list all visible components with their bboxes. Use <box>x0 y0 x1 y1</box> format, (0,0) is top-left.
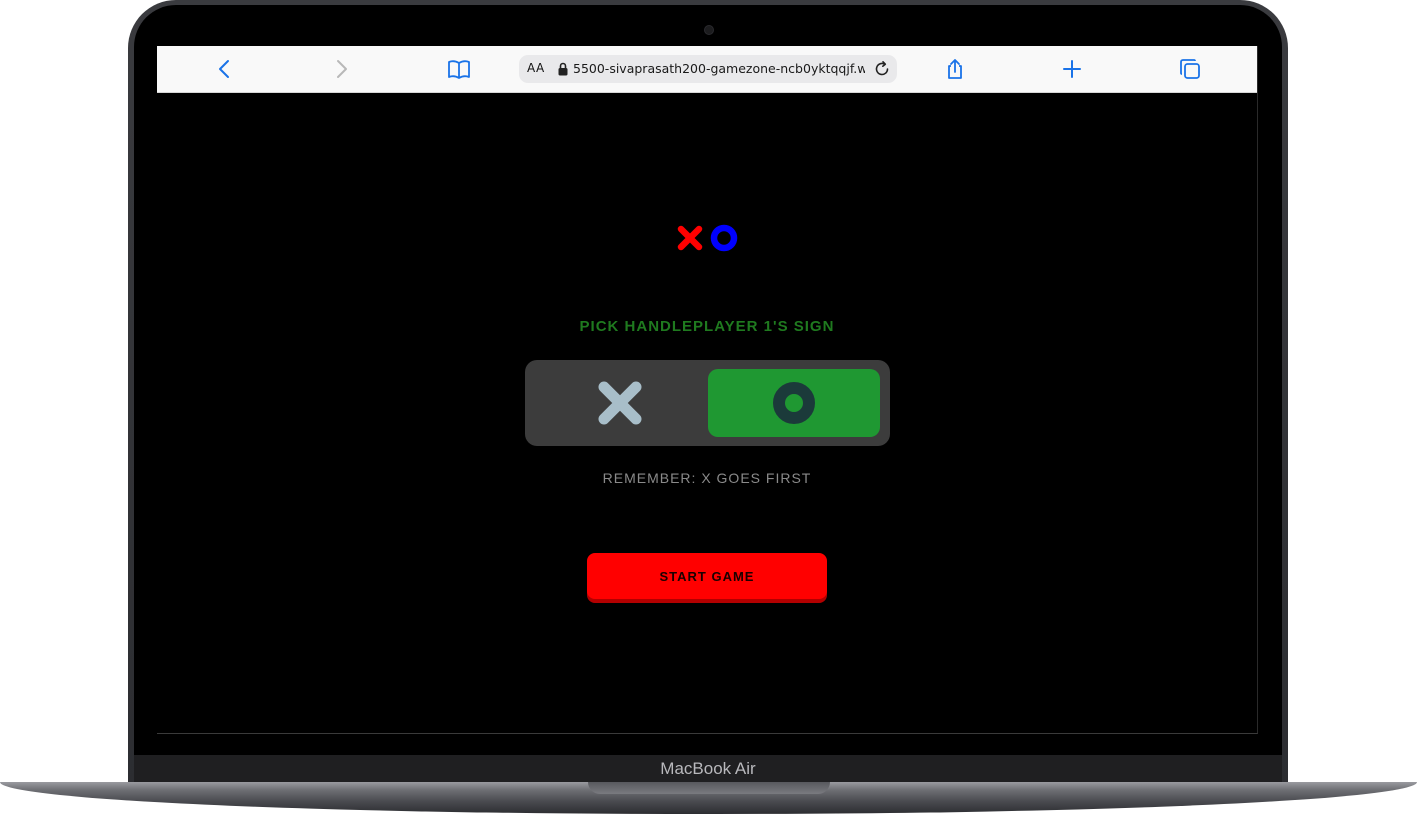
lock-icon <box>557 62 569 76</box>
o-icon <box>773 382 815 424</box>
url-text[interactable]: 5500-sivaprasath200-gamezone-ncb0yktqqjf… <box>573 61 865 76</box>
new-tab-icon[interactable] <box>1060 57 1084 81</box>
x-option-button[interactable] <box>534 369 706 437</box>
reload-icon[interactable] <box>873 60 891 78</box>
reminder-text: REMEMBER: X GOES FIRST <box>602 470 812 486</box>
address-bar[interactable]: AA 5500-sivaprasath200-gamezone-ncb0yktq… <box>519 55 897 83</box>
camera-icon <box>704 25 714 35</box>
browser-screen: AA 5500-sivaprasath200-gamezone-ncb0yktq… <box>157 46 1258 734</box>
back-icon[interactable] <box>213 57 237 81</box>
device-label: MacBook Air <box>660 759 756 778</box>
pick-sign-title: PICK HANDLEPLAYER 1'S SIGN <box>579 318 835 335</box>
tabs-icon[interactable] <box>1178 57 1202 81</box>
start-game-button[interactable]: START GAME <box>587 553 827 599</box>
text-size-button[interactable]: AA <box>527 61 545 75</box>
share-icon[interactable] <box>943 57 967 81</box>
laptop-notch <box>588 782 830 794</box>
x-logo-icon <box>677 225 703 251</box>
safari-toolbar: AA 5500-sivaprasath200-gamezone-ncb0yktq… <box>157 46 1257 93</box>
forward-icon[interactable] <box>329 57 353 81</box>
bookmarks-icon[interactable] <box>447 57 471 81</box>
o-logo-icon <box>710 224 738 252</box>
xo-logo <box>676 224 740 256</box>
laptop-chin: MacBook Air <box>134 755 1282 785</box>
o-option-button[interactable] <box>708 369 880 437</box>
x-icon <box>598 381 642 425</box>
sign-selector <box>525 360 890 446</box>
